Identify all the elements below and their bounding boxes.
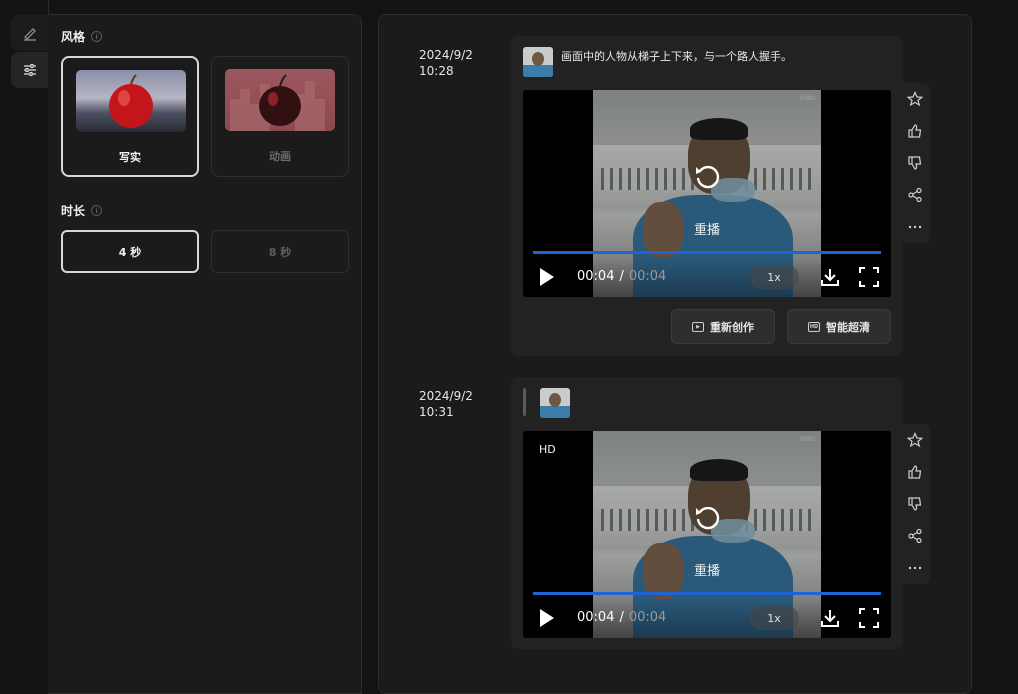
time-display: 00:04 / 00:04	[577, 610, 666, 625]
time-display: 00:04 / 00:04	[577, 269, 666, 284]
playback-rate-button[interactable]: 1x	[749, 606, 799, 630]
play-icon[interactable]	[540, 268, 554, 286]
style-label-anime: 动画	[269, 150, 291, 163]
star-icon[interactable]	[907, 430, 923, 450]
sliders-icon	[24, 64, 36, 76]
current-time: 00:04	[577, 269, 615, 284]
video-controls: 00:04 / 00:04 1x	[523, 258, 891, 297]
video-controls: 00:04 / 00:04 1x	[523, 599, 891, 638]
entry-time: 10:28	[419, 64, 454, 78]
style-option-realistic[interactable]: 写实	[61, 56, 199, 177]
video-player[interactable]: Vidu HD 重播 00:04/00:04 1x	[523, 431, 891, 638]
star-icon[interactable]	[907, 89, 923, 109]
replay-icon[interactable]	[693, 162, 721, 190]
duration-8s-button[interactable]: 8 秒	[211, 230, 349, 273]
share-icon[interactable]	[907, 526, 923, 546]
playback-rate-button[interactable]: 1x	[749, 265, 799, 289]
entry-date: 2024/9/2	[419, 48, 473, 62]
recreate-button[interactable]: ▶ 重新创作	[671, 309, 775, 344]
thumbs-down-icon[interactable]	[907, 494, 923, 514]
progress-bar[interactable]	[533, 592, 881, 595]
thumbs-up-icon[interactable]	[907, 462, 923, 482]
time-separator: /	[619, 610, 624, 625]
style-section-title: 风格 i	[61, 28, 103, 45]
video-player[interactable]: Vidu 重播 00:04/00:04 1x	[523, 90, 891, 297]
download-icon[interactable]	[819, 266, 841, 288]
generation-card: Vidu HD 重播 00:04/00:04 1x	[511, 377, 903, 649]
settings-panel: 风格 i 写实 动画 时长 i 4 秒 8 秒	[48, 14, 362, 694]
generation-card: 画面中的人物从梯子上下来，与一个路人握手。 Vidu 重播 00:04/00:0…	[511, 36, 903, 356]
prompt-row	[523, 388, 578, 418]
entry-date: 2024/9/2	[419, 389, 473, 403]
thumbs-down-icon[interactable]	[907, 153, 923, 173]
entry-actions: ▶ 重新创作 HD 智能超清	[671, 309, 891, 344]
info-icon[interactable]: i	[91, 205, 103, 216]
entry-time: 10:31	[419, 405, 454, 419]
thumbs-up-icon[interactable]	[907, 121, 923, 141]
duration-title: 时长	[61, 204, 86, 218]
style-title: 风格	[61, 30, 86, 44]
more-icon[interactable]	[907, 558, 923, 578]
duration-section-title: 时长 i	[61, 202, 103, 219]
anime-apple-thumbnail	[225, 69, 335, 131]
current-time: 00:04	[577, 610, 615, 625]
upscale-button[interactable]: HD 智能超清	[787, 309, 891, 344]
prompt-row: 画面中的人物从梯子上下来，与一个路人握手。	[523, 47, 792, 77]
play-icon[interactable]	[540, 609, 554, 627]
progress-bar[interactable]	[533, 251, 881, 254]
brush-icon	[24, 28, 36, 41]
upscale-label: 智能超清	[826, 320, 870, 334]
hd-badge: HD	[539, 443, 556, 456]
generation-feed: 2024/9/2 10:28 画面中的人物从梯子上下来，与一个路人握手。 Vid…	[378, 14, 972, 694]
brush-tab[interactable]	[11, 15, 49, 51]
download-icon[interactable]	[819, 607, 841, 629]
realistic-apple-thumbnail	[76, 70, 186, 132]
share-icon[interactable]	[907, 185, 923, 205]
replay-icon[interactable]	[693, 503, 721, 531]
duration-4s-button[interactable]: 4 秒	[61, 230, 199, 273]
style-label-realistic: 写实	[119, 151, 141, 164]
prompt-text: 画面中的人物从梯子上下来，与一个路人握手。	[561, 50, 792, 63]
recreate-label: 重新创作	[710, 320, 754, 334]
entry-timestamp: 2024/9/2 10:28	[419, 47, 473, 79]
side-toolbar	[900, 83, 930, 243]
total-time: 00:04	[628, 269, 667, 284]
more-icon[interactable]	[907, 217, 923, 237]
settings-tab[interactable]	[11, 52, 49, 88]
total-time: 00:04	[628, 610, 667, 625]
hd-icon: HD	[808, 321, 820, 332]
info-icon[interactable]: i	[91, 31, 103, 42]
fullscreen-icon[interactable]	[859, 267, 879, 287]
entry-timestamp: 2024/9/2 10:31	[419, 388, 473, 420]
replay-label[interactable]: 重播	[523, 219, 891, 238]
side-toolbar	[900, 424, 930, 584]
time-separator: /	[619, 269, 624, 284]
left-rail	[0, 0, 49, 679]
style-option-anime[interactable]: 动画	[211, 56, 349, 177]
reference-image-thumbnail[interactable]	[540, 388, 570, 418]
recreate-icon: ▶	[692, 321, 704, 332]
reference-image-thumbnail[interactable]	[523, 47, 553, 77]
replay-label[interactable]: 重播	[523, 560, 891, 579]
prompt-indicator	[523, 388, 526, 416]
fullscreen-icon[interactable]	[859, 608, 879, 628]
